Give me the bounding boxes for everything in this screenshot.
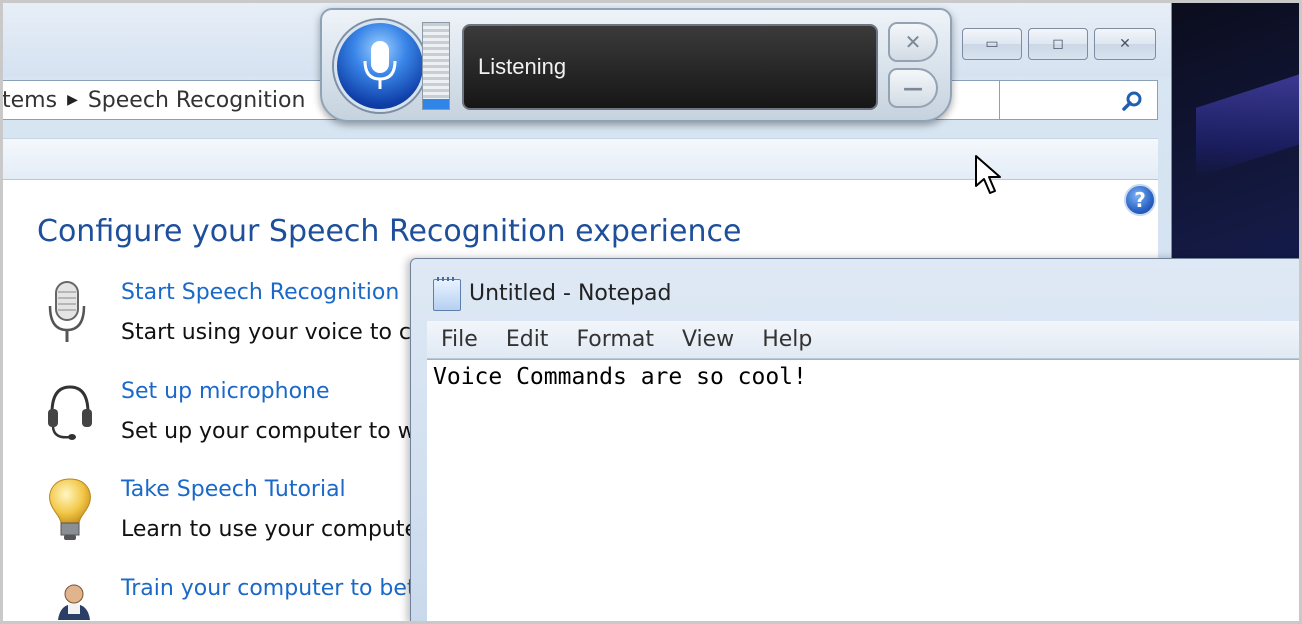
task-description: Start using your voice to co	[121, 320, 425, 345]
task-description: Learn to use your computer	[121, 517, 428, 542]
microphone-icon	[363, 41, 397, 89]
maximize-button[interactable]: ◻	[1028, 28, 1088, 60]
headset-icon	[44, 379, 96, 443]
set-up-microphone-link[interactable]: Set up microphone	[121, 379, 330, 404]
user-training-icon	[44, 576, 96, 624]
menu-file[interactable]: File	[441, 327, 478, 352]
notepad-menu-bar: File Edit Format View Help	[427, 321, 1302, 359]
breadcrumb-chevron-icon[interactable]: ▶	[67, 92, 78, 108]
search-icon[interactable]	[1121, 89, 1145, 119]
page-title: Configure your Speech Recognition experi…	[37, 214, 742, 249]
menu-help[interactable]: Help	[762, 327, 812, 352]
lightbulb-icon	[44, 477, 96, 541]
menu-view[interactable]: View	[682, 327, 734, 352]
breadcrumb-item-items[interactable]: tems	[2, 88, 57, 113]
breadcrumb-item-speech-recognition[interactable]: Speech Recognition	[88, 88, 306, 113]
notepad-icon	[433, 277, 461, 311]
speech-bar-close-button[interactable]: ✕	[888, 22, 938, 62]
audio-level-meter	[422, 22, 450, 110]
menu-edit[interactable]: Edit	[506, 327, 549, 352]
help-icon[interactable]: ?	[1124, 184, 1156, 216]
train-computer-link[interactable]: Train your computer to bett	[121, 576, 424, 601]
speech-microphone-button[interactable]	[334, 20, 426, 112]
menu-format[interactable]: Format	[576, 327, 654, 352]
notepad-window: Untitled - Notepad File Edit Format View…	[410, 258, 1302, 624]
speech-bar-minimize-button[interactable]: —	[888, 68, 938, 108]
take-speech-tutorial-link[interactable]: Take Speech Tutorial	[121, 477, 346, 502]
speech-status-display: Listening	[462, 24, 878, 110]
task-description: Set up your computer to wo	[121, 419, 430, 444]
start-speech-recognition-link[interactable]: Start Speech Recognition	[121, 280, 399, 305]
microphone-icon	[44, 280, 96, 344]
minimize-button[interactable]: ▭	[962, 28, 1022, 60]
notepad-text-content: Voice Commands are so cool!	[433, 364, 807, 390]
audio-level-fill	[423, 98, 449, 109]
search-input[interactable]	[1000, 80, 1158, 120]
speech-recognition-bar[interactable]: Listening ✕ —	[320, 8, 952, 122]
window-caption-buttons: ▭ ◻ ✕	[962, 28, 1156, 60]
notepad-text-area[interactable]: Voice Commands are so cool!	[427, 359, 1302, 624]
close-button[interactable]: ✕	[1094, 28, 1156, 60]
notepad-title: Untitled - Notepad	[469, 281, 672, 306]
mouse-cursor-icon	[974, 154, 1004, 200]
